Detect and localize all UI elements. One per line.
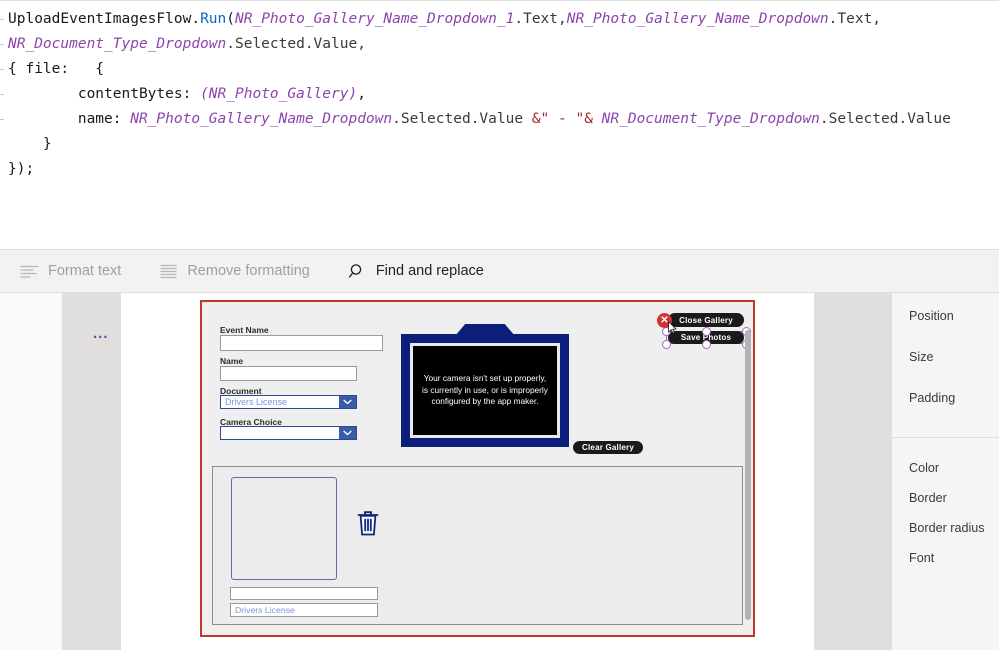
remove-formatting-label: Remove formatting <box>187 263 310 279</box>
gallery-name-input[interactable] <box>230 587 378 600</box>
code-token: NR_Document_Type_Dropdown <box>8 36 227 52</box>
gallery-type-value: Drivers License <box>235 605 295 615</box>
gutter-tick <box>0 69 4 70</box>
gallery-image-placeholder[interactable] <box>231 477 337 580</box>
trash-icon[interactable] <box>356 509 380 537</box>
formula-line-6: } <box>8 132 999 157</box>
left-rail <box>0 293 62 650</box>
formula-line-7: }); <box>8 157 999 182</box>
remove-formatting-button[interactable]: Remove formatting <box>157 259 312 283</box>
editor-body: ... Event Name Name Document Drivers Lic… <box>0 293 999 650</box>
camera-control[interactable]: Your camera isn't set up properly, is cu… <box>401 324 569 447</box>
gutter-tick <box>0 44 4 45</box>
code-token: NR_Document_Type_Dropdown <box>601 111 820 127</box>
chevron-down-icon[interactable] <box>339 396 356 408</box>
property-border-radius[interactable]: Border radius <box>892 510 999 540</box>
app-canvas[interactable]: Event Name Name Document Drivers License… <box>121 293 814 650</box>
code-token: . <box>191 11 201 27</box>
code-token: contentBytes: <box>8 86 201 102</box>
camera-error-message: Your camera isn't set up properly, is cu… <box>422 373 548 407</box>
property-position[interactable]: Position <box>892 301 999 331</box>
formula-line-5: name: NR_Photo_Gallery_Name_Dropdown.Sel… <box>8 107 999 132</box>
code-token: .Selected.Value <box>392 111 532 127</box>
formula-line-4: contentBytes: (NR_Photo_Gallery), <box>8 82 999 107</box>
gutter-tick <box>0 119 4 120</box>
code-token: { file: { <box>8 61 105 77</box>
property-size[interactable]: Size <box>892 331 999 372</box>
format-text-button[interactable]: Format text <box>18 259 123 283</box>
code-token: }); <box>8 161 35 177</box>
code-token: .Text, <box>828 11 882 27</box>
app-screen-scrollbar[interactable] <box>745 330 751 620</box>
photo-gallery[interactable]: Drivers License <box>212 466 743 625</box>
code-token: name: <box>8 111 131 127</box>
camera-inner-border: Your camera isn't set up properly, is cu… <box>410 343 560 438</box>
camera-preview: Your camera isn't set up properly, is cu… <box>413 346 557 435</box>
code-token: .Text, <box>514 11 567 27</box>
code-token: .Selected.Value, <box>226 36 366 52</box>
gutter-tick <box>0 19 4 20</box>
property-font[interactable]: Font <box>892 540 999 570</box>
camera-frame: Your camera isn't set up properly, is cu… <box>401 334 569 447</box>
document-dropdown-value: Drivers License <box>225 397 288 407</box>
gutter-tick <box>0 94 4 95</box>
formula-line-2: NR_Document_Type_Dropdown.Selected.Value… <box>8 32 999 57</box>
property-color[interactable]: Color <box>892 452 999 480</box>
selection-handle-bottom-center[interactable] <box>702 340 711 349</box>
properties-panel[interactable]: Position Size Padding Color Border Borde… <box>891 293 999 650</box>
chevron-down-icon[interactable] <box>339 427 356 439</box>
field-label-name: Name <box>220 356 244 366</box>
camera-choice-dropdown[interactable] <box>220 426 357 440</box>
code-token: , <box>357 86 366 102</box>
close-gallery-button[interactable]: Close Gallery <box>668 313 744 327</box>
property-padding[interactable]: Padding <box>892 372 999 427</box>
code-token: .Selected.Value <box>819 111 951 127</box>
code-token: NR_Photo_Gallery_Name_Dropdown <box>566 11 829 27</box>
code-token: (NR_Photo_Gallery) <box>200 86 358 102</box>
property-border[interactable]: Border <box>892 480 999 510</box>
code-token: } <box>8 136 52 152</box>
tree-view-strip[interactable]: ... <box>62 293 121 650</box>
code-token: NR_Photo_Gallery_Name_Dropdown <box>130 111 393 127</box>
mouse-cursor-icon <box>668 321 677 334</box>
formula-code-editor[interactable]: UploadEventImagesFlow.Run(NR_Photo_Galle… <box>8 7 999 182</box>
format-text-label: Format text <box>48 263 122 279</box>
selection-handle-top-center[interactable] <box>702 327 711 336</box>
app-screen-selected[interactable]: Event Name Name Document Drivers License… <box>200 300 755 637</box>
formula-line-1: UploadEventImagesFlow.Run(NR_Photo_Galle… <box>8 7 999 32</box>
remove-formatting-icon <box>159 263 178 279</box>
clear-gallery-button[interactable]: Clear Gallery <box>573 441 643 454</box>
event-name-input[interactable] <box>220 335 383 351</box>
find-and-replace-label: Find and replace <box>375 263 484 279</box>
code-token: &" - "& <box>531 111 593 127</box>
selection-handle-bottom-left[interactable] <box>662 340 671 349</box>
properties-group-layout: Position Size Padding <box>892 293 999 438</box>
find-and-replace-button[interactable]: Find and replace <box>346 259 486 283</box>
search-icon <box>348 263 367 279</box>
format-text-icon <box>20 263 39 279</box>
code-token: Run <box>200 11 227 27</box>
properties-group-style: Color Border Border radius Font <box>892 438 999 580</box>
field-label-event-name: Event Name <box>220 325 269 335</box>
gallery-type-input[interactable]: Drivers License <box>230 603 378 617</box>
formula-bar[interactable]: UploadEventImagesFlow.Run(NR_Photo_Galle… <box>0 0 999 249</box>
document-dropdown[interactable]: Drivers License <box>220 395 357 409</box>
formula-editor-toolbar: Format text Remove formatting Find and r… <box>0 249 999 293</box>
code-token: ( <box>226 11 235 27</box>
formula-line-3: { file: { <box>8 57 999 82</box>
name-input[interactable] <box>220 366 357 381</box>
canvas-gutter <box>814 293 891 650</box>
code-token: UploadEventImagesFlow <box>8 11 192 27</box>
tree-overflow-ellipsis-icon[interactable]: ... <box>93 326 109 341</box>
code-token: NR_Photo_Gallery_Name_Dropdown_1 <box>235 11 515 27</box>
